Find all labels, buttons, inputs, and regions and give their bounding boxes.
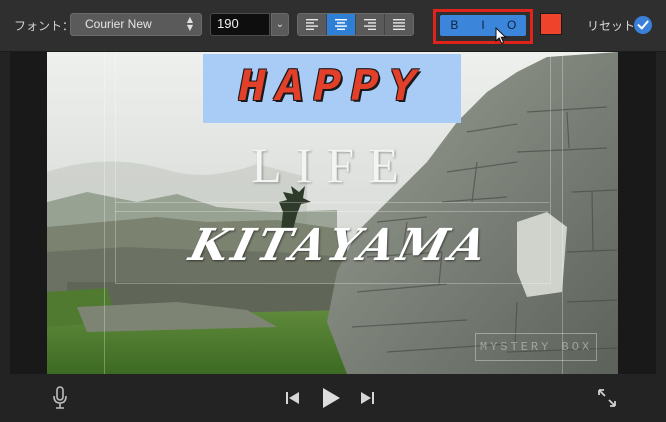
italic-button[interactable]: I [469, 15, 498, 36]
play-icon[interactable] [320, 386, 342, 410]
alignment-segmented-control [297, 13, 414, 36]
align-center-button[interactable] [327, 14, 356, 35]
align-justify-button[interactable] [385, 14, 413, 35]
title-line-kitayama[interactable]: KITAYAMA [159, 220, 522, 272]
skip-forward-icon[interactable] [359, 391, 375, 405]
chevron-down-icon: ⌄ [275, 19, 285, 30]
align-right-icon [364, 19, 376, 30]
fullscreen-icon[interactable] [597, 388, 617, 408]
align-left-button[interactable] [298, 14, 327, 35]
checkmark-icon [637, 20, 649, 30]
reset-button[interactable]: リセット [587, 17, 635, 34]
title-line-happy[interactable]: HAPPY [197, 62, 467, 114]
text-style-segmented-control: B I O [440, 15, 526, 36]
playback-controls [0, 374, 666, 422]
font-size-control: 190 ⌄ [210, 13, 289, 36]
text-color-swatch[interactable] [540, 13, 562, 35]
updown-chevron-icon: ▲ ▼ [186, 15, 194, 32]
mouse-pointer-icon [495, 27, 507, 45]
align-center-icon [335, 19, 347, 30]
align-justify-icon [393, 19, 405, 30]
align-left-icon [306, 19, 318, 30]
font-size-input[interactable]: 190 [210, 13, 270, 36]
skip-back-icon[interactable] [285, 391, 301, 405]
apply-checkmark-button[interactable] [634, 16, 652, 34]
font-family-select[interactable]: Courier New ▲ ▼ [70, 13, 202, 36]
align-right-button[interactable] [356, 14, 385, 35]
bold-button[interactable]: B [440, 15, 469, 36]
title-line-life[interactable]: LIFE [197, 136, 467, 194]
microphone-icon[interactable] [52, 386, 68, 410]
font-size-dropdown-button[interactable]: ⌄ [271, 13, 289, 36]
font-label: フォント： [14, 19, 75, 33]
title-settings-toolbar: フォント： Courier New ▲ ▼ 190 ⌄ B I O リセット [0, 0, 666, 52]
watermark-logo: MYSTERY BOX [475, 333, 597, 361]
video-viewer[interactable]: HAPPY LIFE KITAYAMA MYSTERY BOX [47, 52, 618, 374]
font-family-value: Courier New [85, 17, 152, 31]
